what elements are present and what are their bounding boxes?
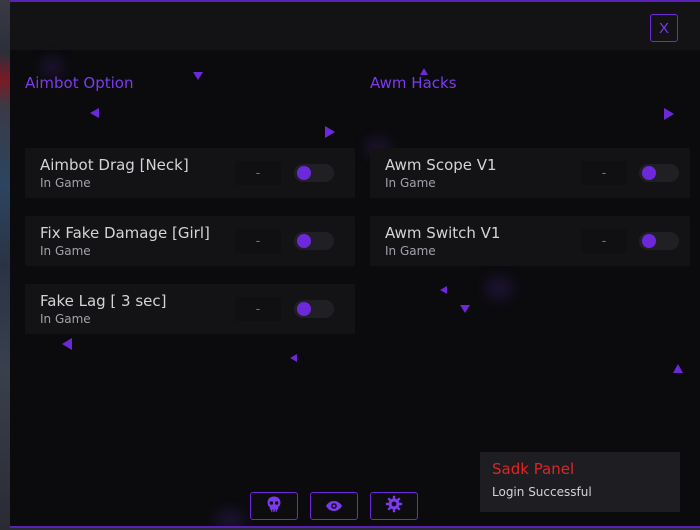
option-subtitle: In Game: [385, 176, 436, 190]
particle-triangle-icon: [62, 338, 72, 350]
option-row: Aimbot Drag [Neck] In Game -: [25, 148, 355, 198]
particle-triangle-icon: [664, 108, 674, 120]
option-toggle[interactable]: [294, 164, 334, 182]
option-name: Aimbot Drag [Neck]: [40, 156, 189, 174]
toggle-knob: [297, 166, 311, 180]
toggle-knob: [642, 166, 656, 180]
notification-toast: Sadk Panel Login Successful: [480, 452, 680, 512]
keybind-button[interactable]: -: [581, 229, 627, 253]
keybind-button[interactable]: -: [235, 161, 281, 185]
eye-icon: [325, 497, 343, 516]
settings-button[interactable]: [370, 492, 418, 520]
toggle-knob: [297, 302, 311, 316]
panel-window: X Aimbot Option Awm Hacks Aimbot Drag [N…: [10, 0, 700, 528]
option-name: Awm Scope V1: [385, 156, 497, 174]
option-name: Awm Switch V1: [385, 224, 501, 242]
section-title-aimbot: Aimbot Option: [25, 74, 134, 92]
option-subtitle: In Game: [40, 244, 91, 258]
keybind-button[interactable]: -: [235, 297, 281, 321]
option-subtitle: In Game: [385, 244, 436, 258]
particle-triangle-icon: [290, 354, 297, 362]
title-bar: X: [10, 2, 700, 50]
particle-triangle-icon: [440, 286, 447, 294]
option-subtitle: In Game: [40, 312, 91, 326]
skull-button[interactable]: [250, 492, 298, 520]
particle-triangle-icon: [193, 72, 203, 80]
particle-triangle-icon: [90, 108, 99, 118]
option-row: Awm Switch V1 In Game -: [370, 216, 690, 266]
toggle-knob: [297, 234, 311, 248]
section-title-awm: Awm Hacks: [370, 74, 457, 92]
gear-icon: [385, 495, 403, 517]
desktop-background-edge: [0, 0, 10, 530]
option-toggle[interactable]: [639, 164, 679, 182]
particle-triangle-icon: [673, 364, 683, 373]
eye-button[interactable]: [310, 492, 358, 520]
option-name: Fake Lag [ 3 sec]: [40, 292, 167, 310]
option-row: Fake Lag [ 3 sec] In Game -: [25, 284, 355, 334]
close-button[interactable]: X: [650, 14, 678, 42]
option-toggle[interactable]: [639, 232, 679, 250]
toast-title: Sadk Panel: [492, 460, 575, 478]
option-subtitle: In Game: [40, 176, 91, 190]
particle-triangle-icon: [460, 305, 470, 313]
skull-icon: [265, 495, 283, 517]
toast-message: Login Successful: [492, 485, 592, 499]
option-toggle[interactable]: [294, 232, 334, 250]
keybind-button[interactable]: -: [581, 161, 627, 185]
option-row: Fix Fake Damage [Girl] In Game -: [25, 216, 355, 266]
toggle-knob: [642, 234, 656, 248]
particle-triangle-icon: [325, 126, 335, 138]
option-toggle[interactable]: [294, 300, 334, 318]
option-name: Fix Fake Damage [Girl]: [40, 224, 210, 242]
particle-glow: [485, 276, 513, 300]
keybind-button[interactable]: -: [235, 229, 281, 253]
option-row: Awm Scope V1 In Game -: [370, 148, 690, 198]
